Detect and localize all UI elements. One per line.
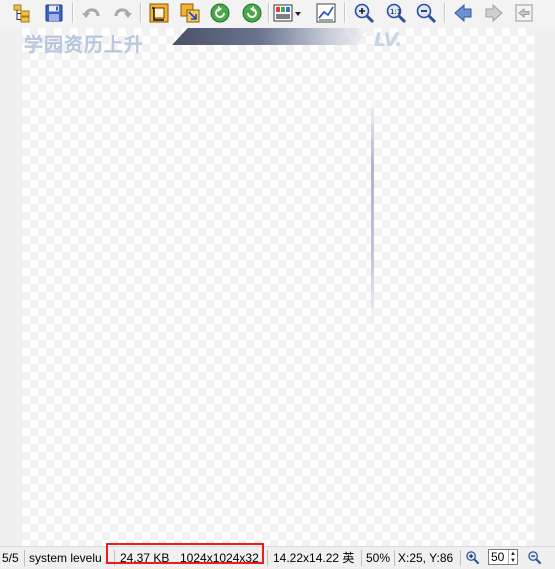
highlight-box bbox=[106, 543, 264, 564]
cursor-coords: X:25, Y:86 bbox=[398, 551, 454, 565]
palette-icon bbox=[273, 4, 301, 22]
folder-tree-icon bbox=[13, 4, 30, 23]
undo-button[interactable] bbox=[80, 1, 104, 25]
zoom-out-icon bbox=[416, 3, 437, 24]
redo-arrow-icon bbox=[114, 8, 132, 18]
image-index: 5/5 bbox=[2, 551, 19, 565]
chart-icon bbox=[316, 3, 336, 23]
next-button[interactable] bbox=[482, 1, 506, 25]
image-canvas[interactable]: 学园资历上升 LV. bbox=[22, 28, 534, 546]
zoom-in-button[interactable] bbox=[352, 1, 376, 25]
undo-arrow-icon bbox=[82, 8, 100, 18]
file-name: system levelu bbox=[29, 551, 102, 565]
rotate-left-icon bbox=[210, 3, 230, 23]
rotate-right-button[interactable] bbox=[240, 1, 264, 25]
zoom-actual-button[interactable]: 1:1 bbox=[384, 1, 408, 25]
histogram-button[interactable] bbox=[314, 1, 338, 25]
browse-button[interactable] bbox=[10, 1, 34, 25]
zoom-input[interactable] bbox=[489, 550, 508, 564]
zoom-in-icon bbox=[354, 3, 375, 24]
image-title-band bbox=[172, 28, 368, 45]
status-bar: 5/5 system levelu 24.37 KB 1024x1024x32 … bbox=[0, 546, 555, 569]
image-vertical-line bbox=[371, 98, 374, 328]
toolbar: 1:1 bbox=[0, 0, 555, 29]
zoom-out-button[interactable] bbox=[414, 1, 438, 25]
status-zoom-out-button[interactable] bbox=[527, 547, 545, 569]
zoom-stepper[interactable]: ▲ ▼ bbox=[488, 549, 518, 565]
redo-button[interactable] bbox=[110, 1, 134, 25]
rotate-left-button[interactable] bbox=[208, 1, 232, 25]
crop-icon bbox=[149, 3, 169, 23]
resize-button[interactable] bbox=[178, 1, 202, 25]
spin-down-icon[interactable]: ▼ bbox=[509, 557, 517, 564]
zoom-spin[interactable]: ▲ ▼ bbox=[508, 550, 517, 564]
spin-up-icon[interactable]: ▲ bbox=[509, 550, 517, 557]
resize-icon bbox=[180, 3, 200, 23]
arrow-right-icon bbox=[485, 3, 503, 23]
previous-button[interactable] bbox=[451, 1, 475, 25]
zoom-1-1-icon: 1:1 bbox=[386, 3, 407, 24]
image-level-text: LV. bbox=[374, 29, 403, 51]
arrow-left-icon bbox=[454, 3, 472, 23]
zoom-in-icon bbox=[466, 551, 480, 565]
color-adjust-button[interactable] bbox=[272, 1, 302, 25]
image-viewport[interactable]: 学园资历上升 LV. bbox=[0, 28, 555, 546]
zoom-out-icon bbox=[528, 551, 542, 565]
save-button[interactable] bbox=[42, 1, 66, 25]
exit-icon bbox=[515, 4, 533, 22]
svg-text:1:1: 1:1 bbox=[390, 8, 401, 16]
exit-button[interactable] bbox=[512, 1, 536, 25]
print-size: 14.22x14.22 英 bbox=[273, 551, 355, 565]
crop-button[interactable] bbox=[147, 1, 171, 25]
image-title-text: 学园资历上升 bbox=[24, 34, 145, 56]
status-zoom-in-button[interactable] bbox=[465, 547, 483, 569]
floppy-disk-icon bbox=[45, 4, 63, 22]
zoom-percent: 50% bbox=[366, 551, 391, 565]
rotate-right-icon bbox=[242, 3, 262, 23]
